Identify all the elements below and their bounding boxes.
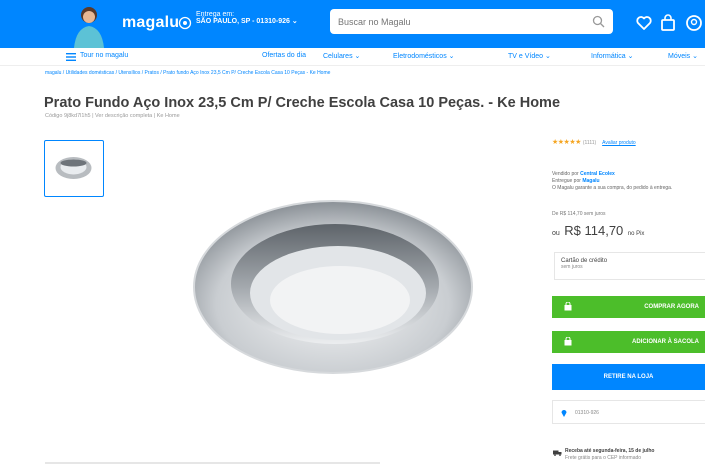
price-block: ou R$ 114,70 no Pix [552, 222, 644, 240]
guarantee-text: O Magalu garante a sua compra, do pedido… [552, 184, 673, 191]
product-thumbnail[interactable] [44, 140, 104, 197]
mascot-avatar [74, 7, 104, 48]
search-icon[interactable] [592, 15, 605, 28]
truck-icon [553, 450, 562, 456]
bag-icon [564, 302, 572, 311]
location-pin-icon [178, 16, 192, 30]
nav-item-eletrodomesticos[interactable]: Eletrodomésticos ⌄ [393, 52, 455, 60]
product-main-image[interactable] [190, 190, 476, 380]
credit-card-option[interactable]: Cartão de crédito sem juros [554, 252, 705, 280]
shipping-note: Frete grátis para o CEP informado [565, 454, 642, 461]
price-prefix: ou [552, 230, 560, 237]
divider [45, 462, 380, 464]
search-bar[interactable] [330, 9, 613, 34]
price-suffix: no Pix [627, 231, 645, 237]
add-to-bag-button[interactable]: ADICIONAR À SACOLA [552, 331, 705, 353]
location-pin-icon [561, 410, 567, 417]
price-original: De R$ 114,70 sem juros [552, 211, 606, 217]
nav-all-departments[interactable]: Tour no magalu [80, 52, 128, 59]
seller-info: Vendido por Central Ecolex Entregue por … [552, 171, 705, 191]
delivery-location[interactable]: Entrega em: SÃO PAULO, SP - 01310-926 ⌄ [196, 11, 298, 26]
pickup-label: RETIRE NA LOJA [603, 374, 654, 380]
bag-icon[interactable] [659, 14, 677, 32]
magalu-logo[interactable]: magalu [122, 14, 179, 32]
nav-item-moveis[interactable]: Móveis ⌄ [668, 52, 698, 60]
nav-item-ofertas[interactable]: Ofertas do dia [262, 52, 306, 59]
nav-item-tv-video[interactable]: TV e Vídeo ⌄ [508, 52, 551, 60]
user-icon[interactable] [685, 14, 703, 32]
breadcrumb[interactable]: magalu / Utilidades domésticas / Utensíl… [45, 70, 330, 76]
bag-icon [564, 337, 572, 346]
category-nav: Tour no magalu Ofertas do dia Celulares … [0, 48, 705, 66]
add-to-bag-label: ADICIONAR À SACOLA [632, 339, 699, 345]
product-rating[interactable]: ★★★★★ (1111) Avaliar produto [552, 138, 636, 146]
nav-item-celulares[interactable]: Celulares ⌄ [323, 52, 360, 60]
price-value: R$ 114,70 [564, 223, 624, 238]
cep-value: 01310-926 [575, 410, 599, 416]
search-input[interactable] [330, 9, 580, 34]
seller-name[interactable]: Central Ecolex [580, 171, 615, 177]
shipping-date: Receba até segunda-feira, 15 de julho [565, 448, 655, 454]
delivery-by-label: Entregue por [552, 177, 581, 184]
product-code[interactable]: Código 9j8kd7l1h5 | Ver descrição comple… [45, 113, 180, 119]
buy-now-label: COMPRAR AGORA [644, 304, 699, 310]
delivery-by-name: Magalu [582, 177, 600, 184]
menu-icon[interactable] [66, 53, 76, 61]
cep-field[interactable]: 01310-926 [552, 400, 705, 424]
rating-count: (1111) [582, 140, 597, 146]
pickup-in-store-button[interactable]: RETIRE NA LOJA [552, 364, 705, 390]
delivery-address: SÃO PAULO, SP - 01310-926 ⌄ [196, 18, 298, 26]
page-title: Prato Fundo Aço Inox 23,5 Cm P/ Creche E… [44, 95, 561, 111]
rate-product-link[interactable]: Avaliar produto [602, 140, 636, 146]
top-header: magalu Entrega em: SÃO PAULO, SP - 01310… [0, 0, 705, 48]
plate-thumbnail-image [55, 157, 92, 179]
nav-item-informatica[interactable]: Informática ⌄ [591, 52, 633, 60]
heart-icon[interactable] [635, 14, 653, 32]
credit-card-sub: sem juros [561, 264, 583, 270]
shipping-estimate: Receba até segunda-feira, 15 de julho Fr… [553, 448, 655, 461]
seller-label: Vendido por [552, 171, 579, 177]
rating-stars: ★★★★★ [552, 139, 581, 146]
buy-now-button[interactable]: COMPRAR AGORA [552, 296, 705, 318]
